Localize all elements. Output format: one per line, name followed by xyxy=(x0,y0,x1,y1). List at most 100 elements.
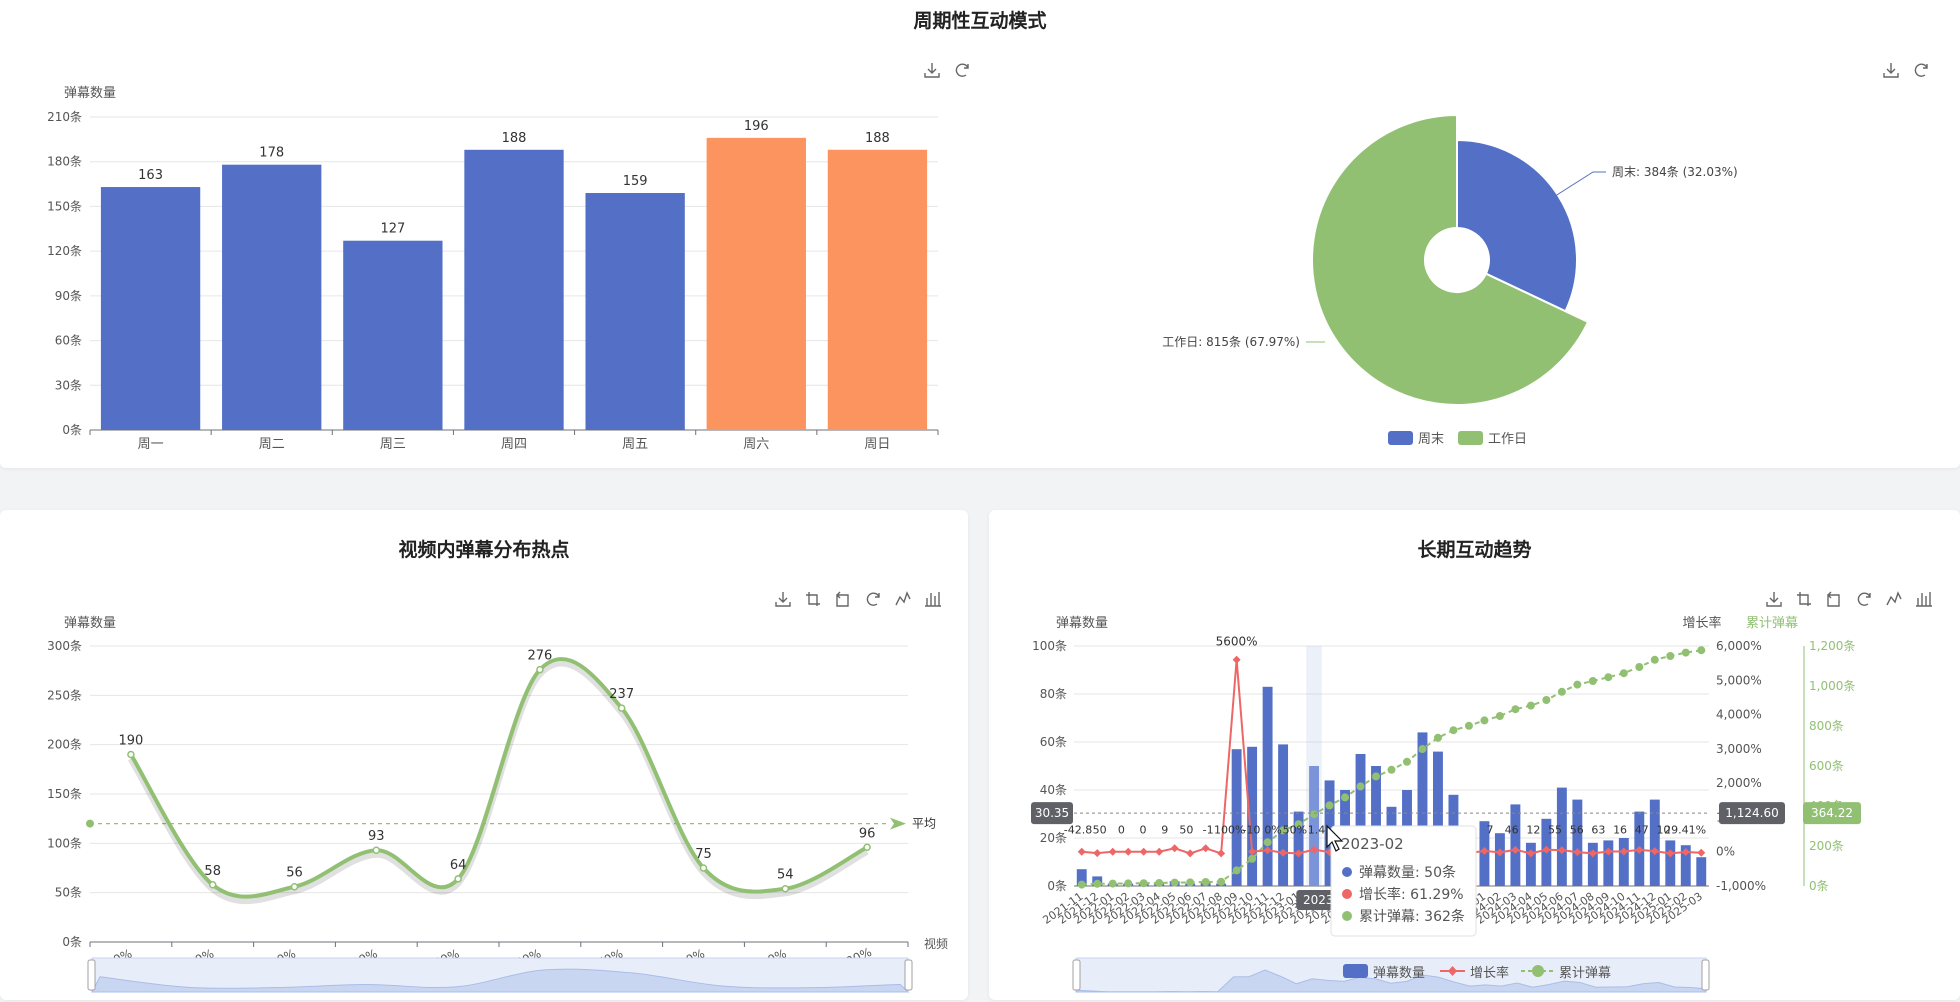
trend-cum-point[interactable] xyxy=(1511,705,1520,714)
trend-growth-point[interactable] xyxy=(1139,847,1148,856)
trend-growth-point[interactable] xyxy=(1217,849,1226,858)
trend-growth-point[interactable] xyxy=(1201,844,1210,853)
hotspot-point[interactable] xyxy=(617,704,626,712)
trend-growth-point[interactable] xyxy=(1108,847,1117,856)
zoom-icon[interactable] xyxy=(804,590,822,608)
trend-bar[interactable] xyxy=(1525,842,1536,886)
hotspot-point[interactable] xyxy=(127,750,135,759)
bar-周一[interactable] xyxy=(100,187,201,430)
trend-bar[interactable] xyxy=(1262,686,1273,886)
trend-growth-point[interactable] xyxy=(1232,655,1241,664)
trend-cum-point[interactable] xyxy=(1557,687,1566,696)
bar-周二[interactable] xyxy=(222,164,322,430)
trend-cum-point[interactable] xyxy=(1093,879,1102,888)
zoom-icon-hit[interactable] xyxy=(804,590,822,608)
hotspot-point[interactable] xyxy=(290,882,299,891)
hotspot-point[interactable] xyxy=(454,875,462,883)
trend-cum-point[interactable] xyxy=(1635,663,1644,671)
zoom-back-icon[interactable] xyxy=(834,590,852,608)
trend-cum-point[interactable] xyxy=(1356,782,1365,791)
pie-legend-label[interactable]: 周末 xyxy=(1418,432,1444,447)
trend-cum-point[interactable] xyxy=(1433,733,1442,742)
trend-cum-point[interactable] xyxy=(1139,879,1148,888)
trend-growth-point[interactable] xyxy=(1186,849,1195,858)
trend-bar[interactable] xyxy=(1572,799,1583,886)
trend-growth-point[interactable] xyxy=(1093,849,1102,858)
trend-legend-label[interactable]: 累计弹幕 xyxy=(1559,966,1611,981)
datazoom-handle-right[interactable] xyxy=(904,959,913,991)
trend-bar[interactable] xyxy=(1603,840,1614,886)
bar-周六[interactable] xyxy=(706,137,806,430)
bar-type-icon[interactable] xyxy=(924,590,942,608)
trend-cum-point[interactable] xyxy=(1681,648,1690,657)
trend-bar[interactable] xyxy=(1587,842,1598,886)
hotspot-point[interactable] xyxy=(372,846,381,854)
trend-cum-point[interactable] xyxy=(1124,879,1133,888)
trend-cum-point[interactable] xyxy=(1604,673,1613,682)
hotspot-point[interactable] xyxy=(781,884,790,893)
trend-bar[interactable] xyxy=(1556,787,1567,886)
download-icon[interactable] xyxy=(1882,61,1900,79)
trend-legend-label[interactable]: 弹幕数量 xyxy=(1373,966,1425,981)
zoom-icon-hit[interactable] xyxy=(1795,590,1813,608)
trend-cum-point[interactable] xyxy=(1464,721,1473,730)
trend-cum-point[interactable] xyxy=(1201,878,1210,886)
refresh-icon[interactable] xyxy=(1912,61,1930,79)
trend-growth-point[interactable] xyxy=(1155,847,1164,856)
trend-cum-point[interactable] xyxy=(1248,854,1257,863)
trend-cum-point[interactable] xyxy=(1310,810,1319,819)
trend-bar[interactable] xyxy=(1618,838,1629,886)
trend-cum-point[interactable] xyxy=(1170,878,1179,887)
pie-legend-swatch[interactable] xyxy=(1388,431,1413,445)
line-type-icon[interactable] xyxy=(1885,590,1903,608)
bar-周三[interactable] xyxy=(343,240,443,430)
trend-cum-point[interactable] xyxy=(1372,772,1381,781)
hotspot-line[interactable] xyxy=(129,657,869,899)
trend-cum-point[interactable] xyxy=(1108,879,1117,888)
trend-bar[interactable] xyxy=(1696,857,1707,886)
zoom-back-icon[interactable] xyxy=(1825,590,1843,608)
hotspot-point[interactable] xyxy=(536,665,544,674)
refresh-icon[interactable] xyxy=(953,61,971,79)
trend-cum-point[interactable] xyxy=(1697,646,1706,655)
datazoom-handle-right[interactable] xyxy=(1701,959,1710,991)
trend-bar[interactable] xyxy=(1510,804,1521,886)
download-icon[interactable] xyxy=(774,590,792,608)
trend-cum-point[interactable] xyxy=(1232,866,1241,875)
bar-周五[interactable] xyxy=(585,193,685,430)
trend-cum-point[interactable] xyxy=(1619,669,1628,678)
bar-周四[interactable] xyxy=(464,149,564,431)
datazoom-handle-left[interactable] xyxy=(87,959,96,991)
trend-cum-point[interactable] xyxy=(1666,652,1675,660)
trend-cum-point[interactable] xyxy=(1542,696,1551,704)
trend-cum-point[interactable] xyxy=(1573,680,1582,689)
trend-cum-point[interactable] xyxy=(1495,712,1504,720)
trend-cum-point[interactable] xyxy=(1325,801,1334,810)
trend-legend-label[interactable]: 增长率 xyxy=(1470,965,1509,981)
trend-cum-point[interactable] xyxy=(1588,677,1597,685)
hotspot-point[interactable] xyxy=(699,864,708,872)
datazoom-handle-left[interactable] xyxy=(1072,959,1081,991)
bar-周日[interactable] xyxy=(827,149,928,431)
trend-bar[interactable] xyxy=(1665,840,1676,886)
trend-cum-point[interactable] xyxy=(1480,716,1489,725)
refresh-icon[interactable] xyxy=(1855,590,1873,608)
trend-cum-point[interactable] xyxy=(1526,701,1535,710)
download-icon[interactable] xyxy=(1765,590,1783,608)
trend-growth-point[interactable] xyxy=(1170,844,1179,853)
trend-bar[interactable] xyxy=(1494,833,1505,886)
trend-cum-point[interactable] xyxy=(1263,838,1272,847)
trend-growth-point[interactable] xyxy=(1077,847,1086,856)
trend-bar[interactable] xyxy=(1649,799,1660,886)
pie-legend-label[interactable]: 工作日 xyxy=(1488,432,1527,447)
trend-bar[interactable] xyxy=(1278,744,1289,886)
trend-growth-point[interactable] xyxy=(1697,848,1706,857)
zoom-icon[interactable] xyxy=(1795,590,1813,608)
trend-cum-point[interactable] xyxy=(1418,745,1427,753)
trend-cum-point[interactable] xyxy=(1650,655,1659,664)
trend-cum-point[interactable] xyxy=(1217,877,1226,886)
trend-cum-point[interactable] xyxy=(1341,793,1350,802)
refresh-icon[interactable] xyxy=(864,590,882,608)
trend-cum-point[interactable] xyxy=(1449,726,1458,735)
hotspot-point[interactable] xyxy=(208,881,217,889)
